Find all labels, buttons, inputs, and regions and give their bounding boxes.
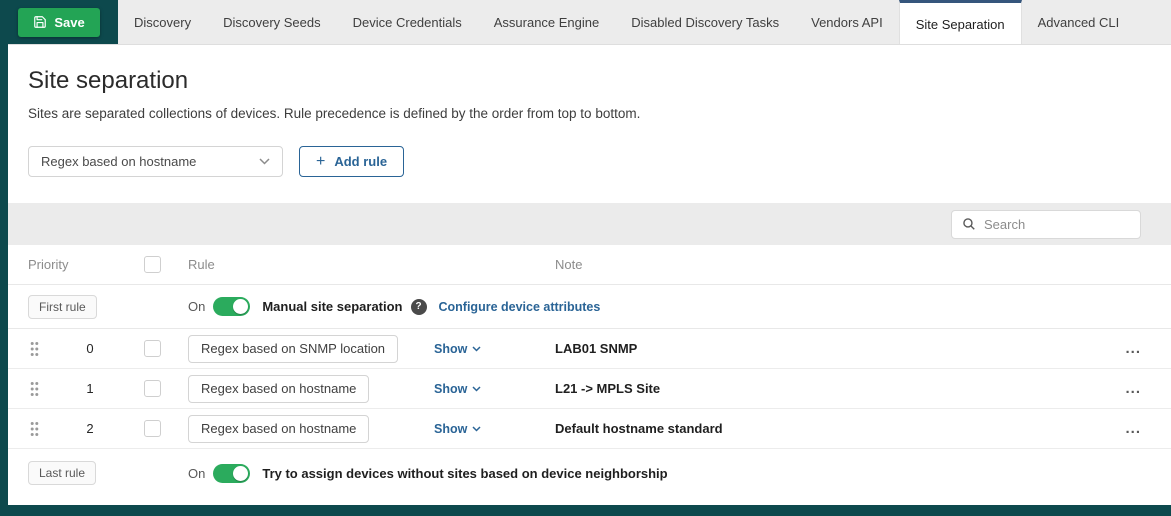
chevron-down-icon bbox=[472, 426, 481, 432]
tab-bar: Discovery Discovery Seeds Device Credent… bbox=[118, 0, 1171, 44]
tab-discovery-seeds[interactable]: Discovery Seeds bbox=[207, 0, 337, 44]
rule-note: Default hostname standard bbox=[555, 421, 1099, 436]
top-bar: Save Discovery Discovery Seeds Device Cr… bbox=[0, 0, 1171, 45]
help-icon[interactable]: ? bbox=[411, 299, 427, 315]
save-button[interactable]: Save bbox=[18, 8, 99, 37]
show-link[interactable]: Show bbox=[434, 422, 481, 436]
tab-site-separation[interactable]: Site Separation bbox=[899, 0, 1022, 44]
last-rule-title: Try to assign devices without sites base… bbox=[262, 466, 667, 481]
drag-handle-icon[interactable] bbox=[28, 341, 39, 357]
toggle-knob bbox=[233, 466, 248, 481]
priority-value: 0 bbox=[86, 341, 93, 356]
rule-chip-button[interactable]: Regex based on hostname bbox=[188, 375, 369, 403]
brand-block: Save bbox=[0, 0, 118, 44]
show-link[interactable]: Show bbox=[434, 382, 481, 396]
show-link-label: Show bbox=[434, 342, 467, 356]
first-rule-row: First rule On Manual site separation ? C… bbox=[0, 285, 1171, 329]
tab-advanced-cli[interactable]: Advanced CLI bbox=[1022, 0, 1136, 44]
table-row: 0 Regex based on SNMP location Show LAB0… bbox=[0, 329, 1171, 369]
rules-table: Priority Rule Note First rule On Manual … bbox=[0, 245, 1171, 497]
tab-vendors-api[interactable]: Vendors API bbox=[795, 0, 899, 44]
priority-value: 1 bbox=[86, 381, 93, 396]
priority-value: 2 bbox=[86, 421, 93, 436]
chevron-down-icon bbox=[259, 158, 270, 165]
note-column-header: Note bbox=[555, 257, 1099, 272]
rule-chip-button[interactable]: Regex based on hostname bbox=[188, 415, 369, 443]
floppy-save-icon bbox=[33, 15, 47, 29]
drag-handle-icon[interactable] bbox=[28, 421, 39, 437]
row-checkbox[interactable] bbox=[144, 420, 161, 437]
add-rule-label: Add rule bbox=[334, 154, 387, 169]
manual-site-separation-toggle[interactable] bbox=[213, 297, 250, 316]
first-rule-title: Manual site separation bbox=[262, 299, 402, 314]
drag-handle-icon[interactable] bbox=[28, 381, 39, 397]
toggle-state-label: On bbox=[188, 466, 205, 481]
toolbar: Regex based on hostname + Add rule bbox=[28, 146, 1143, 177]
rule-note: LAB01 SNMP bbox=[555, 341, 1099, 356]
last-rule-badge: Last rule bbox=[28, 461, 96, 485]
rule-chip-button[interactable]: Regex based on SNMP location bbox=[188, 335, 398, 363]
neighborship-assign-toggle[interactable] bbox=[213, 464, 250, 483]
rule-type-select[interactable]: Regex based on hostname bbox=[28, 146, 283, 177]
configure-device-attributes-link[interactable]: Configure device attributes bbox=[439, 300, 601, 314]
bottom-brand-strip bbox=[0, 505, 1171, 516]
row-menu-ellipsis[interactable]: ... bbox=[1125, 420, 1155, 437]
chevron-down-icon bbox=[472, 386, 481, 392]
plus-icon: + bbox=[316, 154, 325, 170]
tab-assurance-engine[interactable]: Assurance Engine bbox=[478, 0, 616, 44]
add-rule-button[interactable]: + Add rule bbox=[299, 146, 404, 177]
row-menu-ellipsis[interactable]: ... bbox=[1125, 340, 1155, 357]
chevron-down-icon bbox=[472, 346, 481, 352]
toggle-state-label: On bbox=[188, 299, 205, 314]
first-rule-content: On Manual site separation ? Configure de… bbox=[188, 297, 600, 316]
save-button-label: Save bbox=[54, 15, 84, 30]
rule-type-select-value: Regex based on hostname bbox=[41, 154, 196, 169]
last-rule-content: On Try to assign devices without sites b… bbox=[188, 464, 668, 483]
show-link-label: Show bbox=[434, 382, 467, 396]
row-checkbox[interactable] bbox=[144, 380, 161, 397]
page-subtitle: Sites are separated collections of devic… bbox=[28, 105, 1143, 122]
last-rule-row: Last rule On Try to assign devices witho… bbox=[0, 449, 1171, 497]
first-rule-badge: First rule bbox=[28, 295, 97, 319]
left-brand-strip bbox=[0, 0, 8, 516]
show-link[interactable]: Show bbox=[434, 342, 481, 356]
tab-discovery[interactable]: Discovery bbox=[118, 0, 207, 44]
row-menu-ellipsis[interactable]: ... bbox=[1125, 380, 1155, 397]
page-intro: Site separation Sites are separated coll… bbox=[0, 45, 1171, 177]
table-row: 2 Regex based on hostname Show Default h… bbox=[0, 409, 1171, 449]
tab-device-credentials[interactable]: Device Credentials bbox=[337, 0, 478, 44]
toggle-knob bbox=[233, 299, 248, 314]
select-all-checkbox[interactable] bbox=[144, 256, 161, 273]
row-checkbox[interactable] bbox=[144, 340, 161, 357]
table-row: 1 Regex based on hostname Show L21 -> MP… bbox=[0, 369, 1171, 409]
rule-column-header: Rule bbox=[176, 257, 434, 272]
priority-column-header: Priority bbox=[28, 257, 128, 272]
table-header-row: Priority Rule Note bbox=[0, 245, 1171, 285]
search-band bbox=[0, 203, 1171, 245]
search-icon bbox=[962, 217, 976, 231]
show-link-label: Show bbox=[434, 422, 467, 436]
search-box[interactable] bbox=[951, 210, 1141, 239]
tab-disabled-discovery-tasks[interactable]: Disabled Discovery Tasks bbox=[615, 0, 795, 44]
search-input[interactable] bbox=[984, 217, 1130, 232]
page-title: Site separation bbox=[28, 67, 1143, 95]
rule-note: L21 -> MPLS Site bbox=[555, 381, 1099, 396]
